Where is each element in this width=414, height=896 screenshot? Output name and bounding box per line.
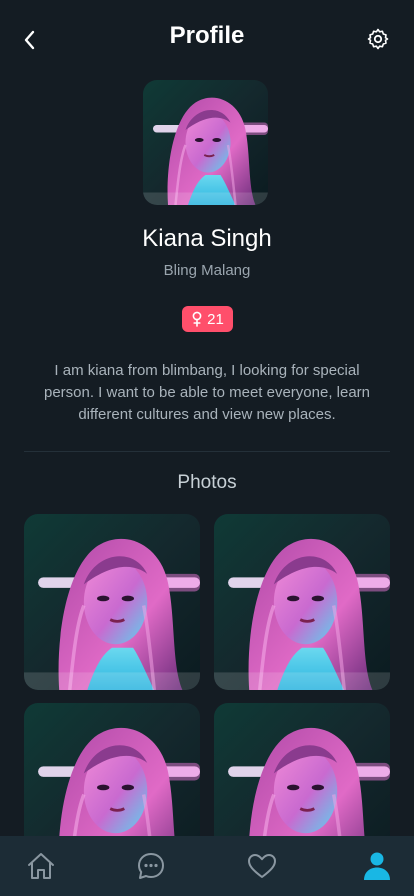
gear-icon[interactable]: [366, 27, 390, 51]
chat-bubble-icon: [138, 853, 164, 879]
avatar[interactable]: [143, 80, 268, 205]
home-icon: [28, 853, 54, 879]
photo-thumbnail[interactable]: [24, 514, 200, 690]
bottom-tab-bar: [0, 836, 414, 896]
tab-profile[interactable]: [361, 850, 393, 882]
user-icon: [364, 852, 390, 880]
page-title: Profile: [169, 22, 245, 49]
age-value: 21: [207, 310, 224, 328]
profile-bio: I am kiana from blimbang, I looking for …: [43, 362, 371, 423]
heart-icon: [248, 854, 276, 878]
female-icon: [192, 311, 202, 327]
profile-location: Bling Malang: [163, 262, 251, 279]
top-bar: Profile: [0, 0, 414, 80]
profile-name: Kiana Singh: [142, 225, 272, 252]
photos-section-title: Photos: [177, 472, 237, 493]
divider: [24, 451, 390, 452]
tab-home[interactable]: [25, 850, 57, 882]
tab-messages[interactable]: [135, 850, 167, 882]
tab-favorites[interactable]: [246, 850, 278, 882]
photo-thumbnail[interactable]: [214, 514, 390, 690]
age-gender-badge: 21: [182, 306, 233, 332]
